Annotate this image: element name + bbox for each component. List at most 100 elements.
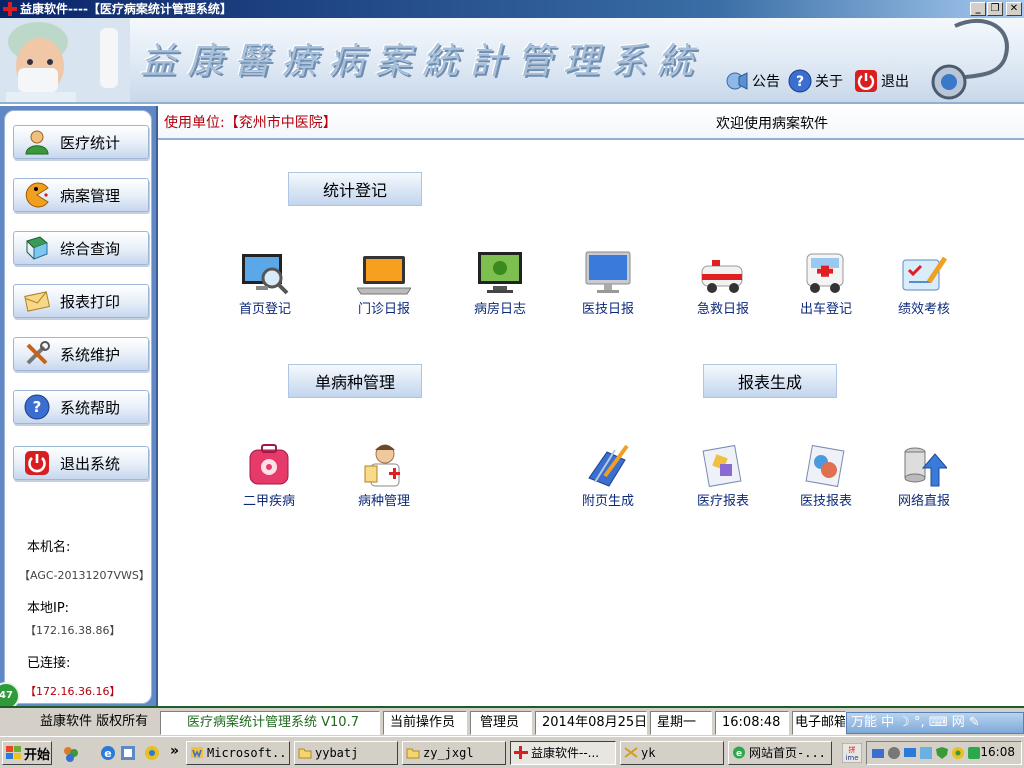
pacman-icon bbox=[24, 182, 50, 208]
sidebar-item-help[interactable]: ? 系统帮助 bbox=[13, 390, 149, 424]
ime-toolbar[interactable]: 万能 中 ☽ °, ⌨ 网 ✎ bbox=[846, 712, 1024, 734]
tile-medtech-daily[interactable]: 医技日报 bbox=[563, 244, 653, 317]
welcome-text: 欢迎使用病案软件 bbox=[716, 116, 828, 132]
host-info: 本机名: 【AGC-20131207VWS】 本地IP: 【172.16.38.… bbox=[5, 536, 153, 699]
tile-performance-review[interactable]: 绩效考核 bbox=[879, 244, 969, 317]
tile-label: 附页生成 bbox=[581, 494, 634, 509]
quicklaunch-chrome-icon[interactable] bbox=[144, 745, 160, 761]
tile-appendix-gen[interactable]: 附页生成 bbox=[563, 436, 653, 509]
network-icon[interactable] bbox=[871, 746, 885, 760]
sidebar-item-exit[interactable]: 退出系统 bbox=[13, 446, 149, 480]
book-pen-icon bbox=[578, 436, 638, 488]
weekday-field: 星期一 bbox=[650, 711, 712, 735]
taskbar-item-label: yybatj bbox=[315, 746, 359, 760]
folder-icon bbox=[406, 748, 420, 759]
main-content: 使用单位:【兖州市中医院】 欢迎使用病案软件 统计登记 单病种管理 报表生成 首… bbox=[158, 104, 1024, 706]
sidebar-item-label: 病案管理 bbox=[60, 186, 121, 205]
section-stats-register[interactable]: 统计登记 bbox=[288, 172, 422, 206]
quicklaunch-app-icon[interactable] bbox=[120, 745, 136, 761]
minimize-button[interactable]: _ bbox=[970, 2, 986, 16]
taskbar-item-word[interactable]: Microsoft... bbox=[186, 741, 290, 765]
tile-medical-report[interactable]: 医疗报表 bbox=[678, 436, 768, 509]
start-button[interactable]: 开始 bbox=[2, 741, 52, 765]
svg-text:ime: ime bbox=[845, 754, 858, 762]
envelope-icon bbox=[24, 288, 50, 314]
exit-link[interactable]: 退出 bbox=[854, 68, 909, 94]
tile-label: 出车登记 bbox=[799, 302, 852, 317]
chrome-tray-icon[interactable] bbox=[951, 746, 965, 760]
taskbar-item-label: yk bbox=[641, 746, 656, 760]
taskbar-item-yikang[interactable]: 益康软件--... bbox=[510, 741, 616, 765]
title-bar[interactable]: 益康软件----【医疗病案统计管理系统】 _ ❐ ✕ bbox=[0, 0, 1024, 18]
header-banner: 益康醫療病案統計管理系統 公告 ? 关于 退出 bbox=[0, 18, 1024, 104]
tile-label: 医疗报表 bbox=[696, 494, 749, 509]
quicklaunch-people-icon[interactable] bbox=[62, 745, 80, 763]
tile-grade-two-disease[interactable]: 二甲疾病 bbox=[224, 436, 314, 509]
taskbar-item-zyjxgl[interactable]: zy_jxgl bbox=[402, 741, 506, 765]
section-single-disease[interactable]: 单病种管理 bbox=[288, 364, 422, 398]
power-icon bbox=[855, 70, 877, 92]
section-report-gen[interactable]: 报表生成 bbox=[703, 364, 837, 398]
user-icon bbox=[24, 129, 50, 155]
tile-label: 网络直报 bbox=[897, 494, 950, 509]
sidebar-item-label: 系统帮助 bbox=[60, 398, 121, 417]
window-title: 益康软件----【医疗病案统计管理系统】 bbox=[20, 2, 232, 16]
local-ip-value: 【172.16.38.86】 bbox=[25, 624, 121, 637]
bulletin-link[interactable]: 公告 bbox=[725, 68, 780, 94]
tile-label: 医技日报 bbox=[581, 302, 634, 317]
medkit-icon bbox=[239, 436, 299, 488]
tile-outpatient-daily[interactable]: 门诊日报 bbox=[339, 244, 429, 317]
sidebar-item-label: 退出系统 bbox=[60, 454, 121, 473]
taskbar-item-label: 网站首页-... bbox=[749, 746, 826, 760]
taskbar-item-label: zy_jxgl bbox=[423, 746, 474, 760]
database-upload-icon bbox=[894, 436, 954, 488]
email-field[interactable]: 电子邮箱 bbox=[792, 711, 846, 735]
monitor-plant-icon bbox=[470, 244, 530, 296]
ime-indicator-icon[interactable]: 拼ime bbox=[842, 743, 862, 763]
sidebar-item-label: 综合查询 bbox=[60, 239, 121, 258]
start-label: 开始 bbox=[24, 747, 51, 763]
shield-icon[interactable] bbox=[935, 746, 949, 760]
tray-app-icon[interactable] bbox=[919, 746, 933, 760]
taskbar-item-label: Microsoft... bbox=[207, 746, 290, 760]
sidebar-item-maintenance[interactable]: 系统维护 bbox=[13, 337, 149, 371]
taskbar-item-website[interactable]: e 网站首页-... bbox=[728, 741, 832, 765]
document-shapes-icon bbox=[693, 436, 753, 488]
sidebar-item-report-print[interactable]: 报表打印 bbox=[13, 284, 149, 318]
maximize-button[interactable]: ❐ bbox=[987, 2, 1003, 16]
tile-emergency-daily[interactable]: 急救日报 bbox=[678, 244, 768, 317]
tile-disease-management[interactable]: 病种管理 bbox=[339, 436, 429, 509]
ie-icon[interactable]: e bbox=[100, 745, 116, 761]
clock[interactable]: 16:08 bbox=[980, 745, 1015, 759]
overflow-chevron-icon[interactable]: » bbox=[170, 743, 179, 759]
tile-network-report[interactable]: 网络直报 bbox=[879, 436, 969, 509]
tile-label: 绩效考核 bbox=[897, 302, 950, 317]
connected-value: 【172.16.36.16】 bbox=[25, 685, 121, 698]
ie-icon: e bbox=[733, 746, 745, 759]
volume-icon[interactable] bbox=[887, 746, 901, 760]
document-circles-icon bbox=[796, 436, 856, 488]
tile-homepage-register[interactable]: 首页登记 bbox=[220, 244, 310, 317]
nurse-illustration-icon bbox=[0, 18, 130, 102]
green-tray-icon[interactable] bbox=[967, 746, 981, 760]
sidebar-item-medical-stats[interactable]: 医疗统计 bbox=[13, 125, 149, 159]
about-link[interactable]: ? 关于 bbox=[788, 68, 843, 94]
close-button[interactable]: ✕ bbox=[1006, 2, 1022, 16]
user-unit-label: 使用单位:【兖州市中医院】 bbox=[164, 115, 337, 131]
taskbar: 开始 e » Microsoft... yybatj zy_jxgl 益康软件-… bbox=[0, 736, 1024, 768]
display-icon[interactable] bbox=[903, 746, 917, 760]
sidebar-item-query[interactable]: 综合查询 bbox=[13, 231, 149, 265]
app-window: 益康软件----【医疗病案统计管理系统】 _ ❐ ✕ 益康醫療病案統計管理系統 … bbox=[0, 0, 1024, 768]
ambulance-icon bbox=[693, 244, 753, 296]
tile-medtech-report[interactable]: 医技报表 bbox=[781, 436, 871, 509]
word-icon bbox=[191, 747, 203, 758]
host-name-label: 本机名: bbox=[27, 540, 71, 555]
bulletin-label: 公告 bbox=[752, 74, 780, 90]
taskbar-item-yk[interactable]: yk bbox=[620, 741, 724, 765]
tile-label: 二甲疾病 bbox=[242, 494, 295, 509]
sidebar-item-case-management[interactable]: 病案管理 bbox=[13, 178, 149, 212]
taskbar-item-yybatj[interactable]: yybatj bbox=[294, 741, 398, 765]
tile-ward-log[interactable]: 病房日志 bbox=[455, 244, 545, 317]
tile-vehicle-register[interactable]: 出车登记 bbox=[781, 244, 871, 317]
local-ip-label: 本地IP: bbox=[27, 601, 70, 616]
